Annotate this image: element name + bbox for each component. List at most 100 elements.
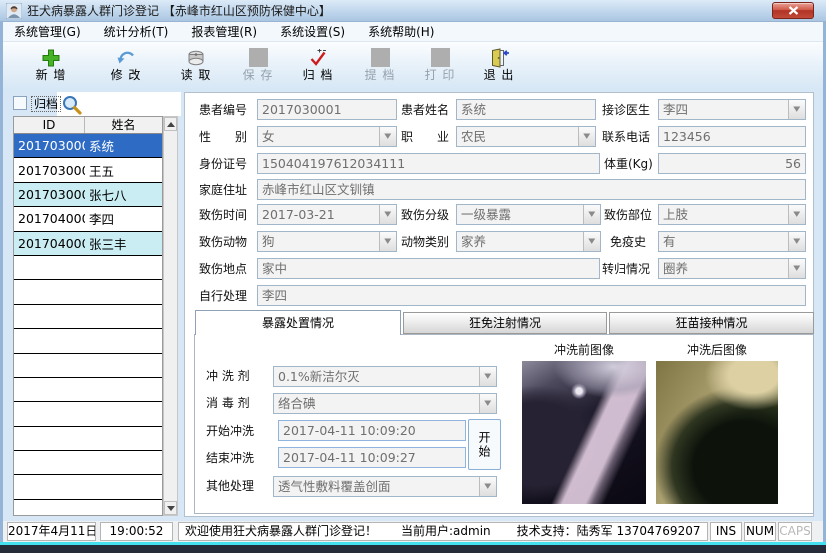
exit-door-icon [488, 47, 510, 68]
chevron-down-icon[interactable] [583, 205, 600, 224]
add-button[interactable]: 新 增 [23, 47, 79, 86]
menu-settings[interactable]: 系统设置(S) [277, 23, 348, 40]
scroll-down-button[interactable] [164, 501, 177, 515]
rinse-agent-label: 冲 洗 剂 [206, 365, 250, 387]
id-number-field[interactable]: 150404197612034111 [257, 153, 600, 174]
chevron-down-icon[interactable] [788, 100, 805, 119]
add-icon [41, 47, 61, 68]
rinse-end-field[interactable]: 2017-04-11 10:09:27 [278, 447, 466, 468]
rinse-start-field[interactable]: 2017-04-11 10:09:20 [278, 420, 466, 441]
app-icon [6, 3, 22, 19]
status-date: 2017年4月11日 [7, 522, 96, 541]
chevron-down-icon[interactable] [788, 232, 805, 251]
app-window: 狂犬病暴露人群门诊登记 【赤峰市红山区预防保健中心】 系统管理(G) 统计分析(… [0, 0, 826, 553]
search-button[interactable] [60, 93, 83, 116]
chevron-down-icon[interactable] [578, 127, 595, 146]
print-icon [431, 47, 450, 68]
patient-name-label: 患者姓名 [401, 99, 449, 121]
archive-checkbox-label[interactable]: 归档 [31, 96, 61, 112]
edit-button[interactable]: 修 改 [98, 47, 154, 86]
patient-name-field[interactable]: 系统 [456, 99, 596, 120]
disinfectant-label: 消 毒 剂 [206, 392, 250, 414]
exit-button[interactable]: 退 出 [471, 47, 527, 86]
table-row[interactable]: 2017040003 张三丰 [14, 232, 162, 256]
weight-label: 体重(Kg) [604, 153, 653, 175]
phone-field[interactable]: 123456 [658, 126, 806, 147]
doctor-select[interactable]: 李四 [658, 99, 806, 120]
scroll-up-button[interactable] [164, 117, 177, 131]
table-row[interactable]: 2017040002 李四 [14, 207, 162, 231]
column-header-name[interactable]: 姓名 [85, 117, 162, 133]
table-row-empty [14, 475, 162, 499]
occupation-select[interactable]: 农民 [456, 126, 596, 147]
save-button: 保 存 [230, 47, 286, 86]
table-row[interactable]: 2017030004 王五 [14, 158, 162, 182]
menu-help[interactable]: 系统帮助(H) [365, 23, 437, 40]
window-bottom-border [0, 545, 826, 553]
table-row[interactable]: 2017030001 系统 [14, 134, 162, 158]
table-row-empty [14, 280, 162, 304]
status-support: 技术支持：陆秀军 13704769207 [517, 523, 701, 540]
chevron-down-icon[interactable] [583, 232, 600, 251]
self-treatment-label: 自行处理 [199, 285, 247, 307]
immunity-history-select[interactable]: 有 [658, 231, 806, 252]
archive-checkbox[interactable] [13, 96, 27, 110]
save-icon [249, 47, 268, 68]
gender-select[interactable]: 女 [257, 126, 397, 147]
tab-vaccine-inoculation[interactable]: 狂苗接种情况 [609, 312, 814, 334]
start-rinse-button[interactable]: 开始 [468, 419, 501, 470]
retrieve-button: 提 档 [352, 47, 408, 86]
menu-statistics[interactable]: 统计分析(T) [101, 23, 172, 40]
injury-site-select[interactable]: 上肢 [658, 204, 806, 225]
injury-time-select[interactable]: 2017-03-21 [257, 204, 397, 225]
chevron-down-icon[interactable] [479, 367, 496, 386]
animal-category-select[interactable]: 家养 [456, 231, 601, 252]
rinse-agent-select[interactable]: 0.1%新洁尔灭 [273, 366, 497, 387]
outcome-select[interactable]: 圈养 [658, 258, 806, 279]
status-bar: 2017年4月11日 19:00:52 欢迎使用狂犬病暴露人群门诊登记！ 当前用… [3, 521, 823, 542]
archive-button[interactable]: 归 档 [290, 47, 346, 86]
injury-grade-select[interactable]: 一级暴露 [456, 204, 601, 225]
outcome-label: 转归情况 [602, 258, 650, 280]
table-scrollbar[interactable] [163, 116, 178, 516]
other-treatment-label: 其他处理 [206, 475, 254, 497]
chevron-down-icon[interactable] [479, 394, 496, 413]
chevron-down-icon[interactable] [788, 259, 805, 278]
gender-label: 性 别 [199, 126, 247, 148]
table-row[interactable]: 2017030007 张七八 [14, 183, 162, 207]
occupation-label: 职 业 [401, 126, 449, 148]
doctor-label: 接诊医生 [602, 99, 650, 121]
immunity-history-label: 免疫史 [610, 231, 646, 253]
phone-label: 联系电话 [602, 126, 650, 148]
injury-animal-select[interactable]: 狗 [257, 231, 397, 252]
menu-system-management[interactable]: 系统管理(G) [11, 23, 84, 40]
tab-exposure-treatment[interactable]: 暴露处置情况 [195, 310, 401, 335]
chevron-down-icon[interactable] [379, 205, 396, 224]
weight-field[interactable]: 56 [658, 153, 806, 174]
menu-bar: 系统管理(G) 统计分析(T) 报表管理(R) 系统设置(S) 系统帮助(H) [3, 22, 823, 42]
chevron-down-icon[interactable] [788, 205, 805, 224]
address-field[interactable]: 赤峰市红山区文钏镇 [257, 179, 806, 200]
chevron-down-icon[interactable] [379, 127, 396, 146]
chevron-down-icon[interactable] [379, 232, 396, 251]
injury-place-field[interactable]: 家中 [257, 258, 600, 279]
patient-id-field[interactable]: 2017030001 [257, 99, 397, 120]
menu-reports[interactable]: 报表管理(R) [188, 23, 260, 40]
arrow-down-icon [167, 506, 175, 511]
injury-grade-label: 致伤分级 [401, 204, 449, 226]
chevron-down-icon[interactable] [479, 477, 496, 496]
read-button[interactable]: 读 取 [168, 47, 224, 86]
tab-immunoglobulin-injection[interactable]: 狂免注射情况 [403, 312, 607, 334]
close-button[interactable] [772, 2, 814, 19]
other-treatment-select[interactable]: 透气性敷料覆盖创面 [273, 476, 497, 497]
self-treatment-field[interactable]: 李四 [257, 285, 806, 306]
disinfectant-select[interactable]: 络合碘 [273, 393, 497, 414]
print-button: 打 印 [412, 47, 468, 86]
column-header-id[interactable]: ID [14, 117, 85, 133]
status-time: 19:00:52 [100, 522, 173, 541]
id-number-label: 身份证号 [199, 153, 247, 175]
after-wash-image [656, 361, 778, 504]
before-wash-image-label: 冲洗前图像 [522, 339, 646, 361]
table-row-empty [14, 500, 162, 516]
table-row-empty [14, 305, 162, 329]
